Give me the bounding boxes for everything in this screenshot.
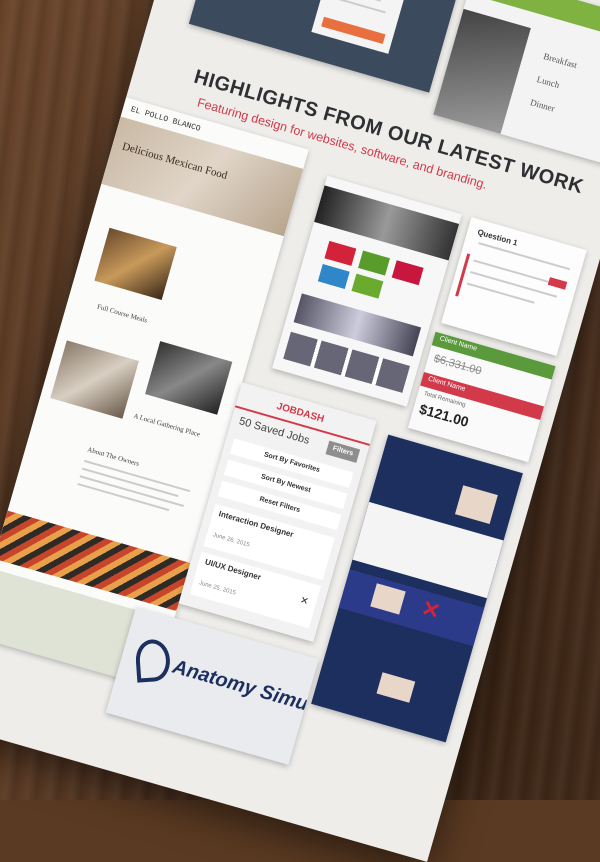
close-icon[interactable]: ✕ xyxy=(299,595,310,608)
invoice-card: Client Name $6,331.00 Client Name Total … xyxy=(407,331,556,463)
job-title-2: UI/UX Designer xyxy=(203,557,263,582)
form-panel xyxy=(311,0,414,54)
food-photo-1 xyxy=(94,227,177,300)
quiz-card: Question 1 xyxy=(441,217,587,356)
tile-blue xyxy=(317,263,350,289)
client-label-bottom: Client Name xyxy=(427,375,467,393)
tile-crimson xyxy=(391,260,424,286)
section-gathering: A Local Gathering Place xyxy=(132,411,202,439)
quiz-red-badge[interactable] xyxy=(547,277,568,290)
brand-name: Anatomy Simul xyxy=(170,655,317,717)
hero-title: Delicious Mexican Food xyxy=(120,140,229,182)
jobdash-logo: JOBDASH xyxy=(275,401,326,426)
hours-label-lunch: Lunch xyxy=(535,74,561,91)
brand-leaf-icon xyxy=(134,638,172,683)
section-full-course: Full Course Meals xyxy=(96,302,149,325)
food-photo-2 xyxy=(145,341,233,415)
quiz-accent-bar xyxy=(455,253,471,297)
hours-label-breakfast: Breakfast xyxy=(542,50,579,71)
product-box-1 xyxy=(454,485,498,525)
job-date-2: June 25, 2015 xyxy=(198,580,237,597)
hero-image: Delicious Mexican Food xyxy=(101,116,304,237)
food-photo-3 xyxy=(50,340,139,419)
tile-green xyxy=(358,250,390,276)
filters-button[interactable]: Filters xyxy=(325,440,361,463)
client-label-top: Client Name xyxy=(438,335,478,353)
tile-lime xyxy=(351,273,384,299)
job-date-1: June 26, 2015 xyxy=(211,532,251,549)
photo-woman xyxy=(433,8,531,134)
next-step-button[interactable] xyxy=(321,16,386,44)
tile-red xyxy=(324,240,357,266)
hours-label-dinner: Dinner xyxy=(529,97,556,114)
product-box-3 xyxy=(376,672,416,703)
